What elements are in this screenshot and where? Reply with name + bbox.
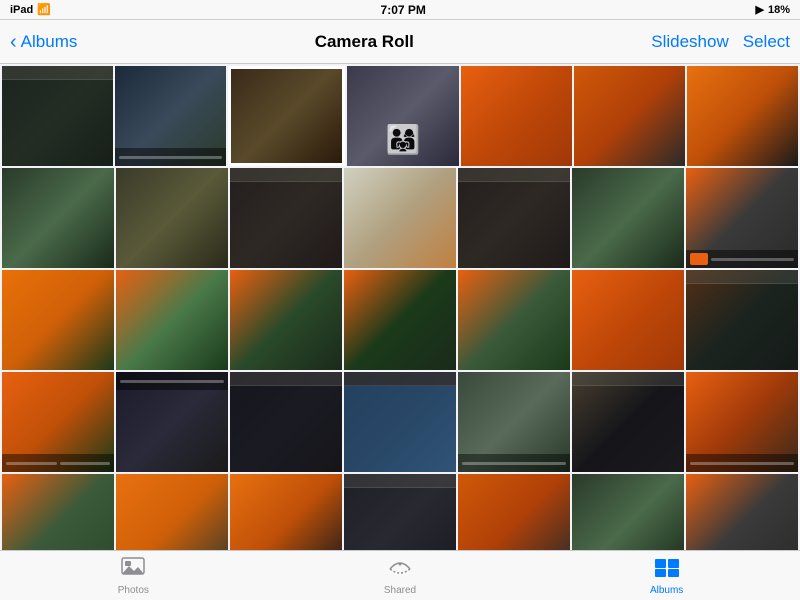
photo-thumb[interactable] — [458, 168, 570, 268]
back-button[interactable]: ‹ Albums — [10, 32, 77, 52]
photo-thumb[interactable] — [230, 474, 342, 550]
status-left: iPad 📶 — [10, 3, 51, 16]
photos-tab-label: Photos — [118, 585, 149, 596]
photo-thumb[interactable] — [686, 474, 798, 550]
photo-thumb[interactable] — [116, 474, 228, 550]
back-chevron-icon: ‹ — [10, 32, 17, 52]
photo-thumb[interactable] — [116, 372, 228, 472]
status-right: ▶ 18% — [755, 3, 790, 16]
photo-thumb[interactable] — [572, 372, 684, 472]
battery-label: 18% — [768, 4, 790, 16]
shared-tab-label: Shared — [384, 585, 416, 596]
photo-thumb[interactable] — [344, 270, 456, 370]
battery-arrow-icon: ▶ — [755, 3, 763, 16]
grid-row — [2, 372, 798, 472]
photo-thumb[interactable] — [228, 66, 345, 166]
photo-thumb[interactable] — [2, 168, 114, 268]
status-bar: iPad 📶 7:07 PM ▶ 18% — [0, 0, 800, 20]
select-button[interactable]: Select — [743, 32, 790, 52]
carrier-label: iPad — [10, 4, 33, 16]
grid-row — [2, 474, 798, 550]
status-time: 7:07 PM — [381, 3, 426, 17]
back-label: Albums — [21, 32, 78, 52]
photo-thumb[interactable] — [2, 270, 114, 370]
photo-thumb[interactable] — [116, 168, 228, 268]
photo-thumb[interactable] — [2, 66, 113, 166]
photo-thumb[interactable] — [686, 168, 798, 268]
photo-thumb[interactable] — [572, 474, 684, 550]
photo-grid: 👨‍👩‍👧 — [0, 64, 800, 550]
photo-thumb[interactable] — [230, 270, 342, 370]
grid-row — [2, 168, 798, 268]
photo-thumb[interactable] — [686, 372, 798, 472]
grid-row — [2, 270, 798, 370]
photo-thumb[interactable] — [686, 270, 798, 370]
tab-photos[interactable]: Photos — [103, 555, 163, 596]
photo-thumb[interactable] — [344, 372, 456, 472]
shared-tab-icon — [386, 555, 414, 583]
grid-row: 👨‍👩‍👧 — [2, 66, 798, 166]
slideshow-button[interactable]: Slideshow — [651, 32, 729, 52]
wifi-icon: 📶 — [37, 3, 51, 16]
nav-title: Camera Roll — [315, 32, 414, 52]
nav-bar: ‹ Albums Camera Roll Slideshow Select — [0, 20, 800, 64]
photo-thumb[interactable] — [344, 474, 456, 550]
photo-thumb[interactable] — [115, 66, 226, 166]
photo-thumb[interactable] — [572, 168, 684, 268]
photo-thumb[interactable] — [458, 372, 570, 472]
photo-thumb[interactable]: 👨‍👩‍👧 — [347, 66, 458, 166]
nav-actions: Slideshow Select — [651, 32, 790, 52]
albums-tab-icon — [655, 555, 679, 583]
photo-thumb[interactable] — [2, 474, 114, 550]
photo-thumb[interactable] — [574, 66, 685, 166]
tab-bar: Photos Shared Albums — [0, 550, 800, 600]
tab-shared[interactable]: Shared — [370, 555, 430, 596]
photo-thumb[interactable] — [230, 168, 342, 268]
photo-thumb[interactable] — [572, 270, 684, 370]
photo-thumb[interactable] — [230, 372, 342, 472]
photo-thumb[interactable] — [344, 168, 456, 268]
photo-thumb[interactable] — [461, 66, 572, 166]
photo-thumb[interactable] — [458, 474, 570, 550]
tab-albums[interactable]: Albums — [637, 555, 697, 596]
photo-thumb[interactable] — [116, 270, 228, 370]
photo-thumb[interactable] — [458, 270, 570, 370]
photos-tab-icon — [121, 555, 145, 583]
photo-thumb[interactable] — [687, 66, 798, 166]
photo-thumb[interactable] — [2, 372, 114, 472]
albums-tab-label: Albums — [650, 585, 683, 596]
